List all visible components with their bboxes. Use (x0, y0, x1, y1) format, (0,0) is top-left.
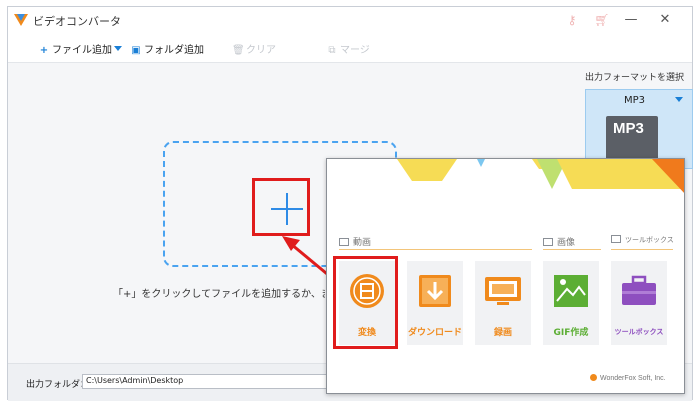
merge-icon: ⧉ (328, 45, 336, 56)
add-folder-label: フォルダ追加 (144, 45, 204, 56)
output-folder-field[interactable]: C:\Users\Admin\Desktop (82, 374, 342, 389)
merge-label: マージ (340, 45, 370, 56)
app-logo-icon (14, 14, 28, 26)
download-icon (419, 275, 451, 307)
output-format-name: MP3 (624, 95, 646, 106)
screen-record-icon (485, 277, 521, 305)
cart-icon[interactable]: 🛒︎ (594, 12, 610, 28)
toolbox-tile[interactable]: ツールボックス (611, 261, 667, 345)
category-divider (339, 249, 532, 250)
gif-maker-tile[interactable]: GIF作成 (543, 261, 599, 345)
app-title: ビデオコンバータ (33, 15, 121, 28)
download-tile[interactable]: ダウンロード (407, 261, 463, 345)
toolbox-label: ツールボックス (614, 328, 664, 336)
category-video: 動画 (339, 235, 371, 248)
image-icon (543, 238, 553, 246)
add-file-button[interactable]: + ファイル追加 (38, 41, 112, 56)
output-format-label: 出力フォーマットを選択 (585, 73, 685, 83)
video-icon (339, 238, 349, 246)
minimize-button[interactable]: — (622, 11, 640, 29)
picture-icon (554, 275, 588, 307)
merge-button[interactable]: ⧉ マージ (326, 41, 370, 56)
chevron-down-icon (114, 46, 122, 51)
launcher-banner (397, 159, 684, 193)
gif-maker-label: GIF作成 (553, 328, 589, 338)
wonderfox-logo-icon (590, 374, 597, 381)
clear-label: クリア (246, 45, 276, 56)
drop-hint-text: 「+」をクリックしてファイルを追加するか、またはフ (113, 289, 325, 300)
category-image: 画像 (543, 235, 575, 248)
record-label: 録画 (493, 328, 512, 338)
add-file-label: ファイル追加 (52, 45, 112, 56)
category-divider (611, 249, 673, 250)
toolbox-icon (622, 275, 656, 305)
brand-label: WonderFox Soft, Inc. (590, 374, 666, 382)
category-divider (543, 249, 601, 250)
output-folder-label: 出力フォルダ： (26, 380, 90, 390)
close-button[interactable]: ✕ (656, 11, 674, 29)
download-label: ダウンロード (407, 328, 462, 338)
add-file-dropdown[interactable] (114, 43, 122, 54)
title-bar: ビデオコンバータ ⚷ 🛒︎ — ✕ (8, 7, 692, 33)
category-toolbox: ツールボックス (611, 235, 674, 245)
highlight-box-convert (333, 256, 398, 349)
key-icon[interactable]: ⚷ (564, 12, 580, 28)
output-format-selector[interactable]: MP3 MP3 (585, 89, 693, 169)
record-tile[interactable]: 録画 (475, 261, 531, 345)
trash-icon: 🗑︎ (232, 45, 245, 56)
plus-icon: + (39, 45, 49, 56)
highlight-box-add (252, 178, 310, 236)
toolbox-icon (611, 235, 621, 243)
mp3-badge: MP3 (613, 120, 644, 137)
add-folder-button[interactable]: ▣ フォルダ追加 (130, 41, 204, 56)
toolbar: + ファイル追加 ▣ フォルダ追加 🗑︎クリア ⧉ マージ (8, 33, 692, 63)
folder-icon: ▣ (131, 45, 141, 56)
chevron-down-icon (675, 97, 683, 102)
clear-button[interactable]: 🗑︎クリア (232, 41, 276, 56)
